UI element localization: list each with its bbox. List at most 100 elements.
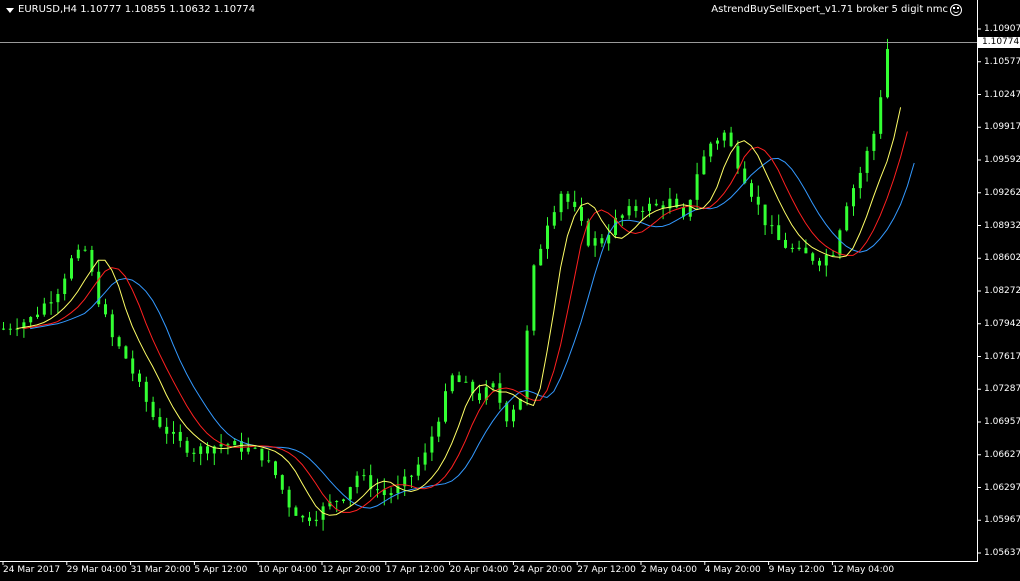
candle-body	[804, 247, 808, 254]
candle-body	[872, 133, 876, 151]
candle-body	[49, 302, 53, 304]
candle-body	[416, 464, 420, 476]
candle-body	[287, 489, 291, 508]
ma-slow-line	[30, 157, 915, 509]
candle-body	[750, 183, 753, 197]
candle-body	[716, 140, 719, 144]
candle-body	[709, 143, 713, 157]
candle-body	[117, 337, 121, 347]
candle-body	[648, 203, 651, 212]
candle-body	[260, 448, 264, 461]
time-tick-label: 27 Apr 12:00	[577, 565, 636, 575]
candle-body	[274, 461, 277, 476]
candle-body	[777, 225, 781, 240]
candle-body	[301, 515, 305, 518]
price-tick-label: 1.07942	[984, 318, 1020, 329]
candle-body	[376, 489, 379, 491]
expert-advisor-label[interactable]: AstrendBuySellExpert_v1.71 broker 5 digi…	[711, 4, 962, 16]
candle-body	[267, 460, 271, 462]
candle-body	[131, 358, 135, 374]
candle-body	[348, 487, 352, 500]
time-tick-label: 17 Apr 12:00	[385, 565, 445, 575]
candle-body	[83, 249, 87, 251]
candle-body	[491, 383, 495, 388]
time-tick-label: 9 May 12:00	[768, 565, 825, 575]
time-tick-label: 2 May 04:00	[641, 565, 697, 575]
current-price-label: 1.10774	[977, 37, 1020, 48]
candle-body	[42, 303, 46, 315]
candle-body	[797, 247, 801, 250]
price-tick-label: 1.09262	[984, 187, 1020, 198]
candle-body	[178, 431, 182, 441]
time-tick-label: 10 Apr 04:00	[258, 565, 317, 575]
candle-body	[845, 206, 849, 231]
price-tick-label: 1.05967	[984, 515, 1020, 526]
candle-body	[852, 188, 855, 207]
candle-body	[573, 201, 577, 207]
candle-body	[423, 452, 427, 465]
candle-body	[185, 440, 189, 453]
candle-body	[8, 328, 12, 330]
candle-body	[600, 238, 604, 244]
price-tick-label: 1.10577	[984, 56, 1020, 67]
candle-body	[546, 225, 549, 249]
candle-body	[784, 239, 787, 248]
price-tick-label: 1.09592	[984, 155, 1020, 165]
time-tick-label: 4 May 20:00	[704, 565, 761, 575]
time-tick-label: 5 Apr 12:00	[194, 565, 248, 575]
candle-body	[478, 393, 481, 401]
candle-body	[158, 417, 162, 427]
time-tick-label: 29 Mar 04:00	[66, 565, 127, 575]
candle-body	[512, 409, 515, 422]
candle-body	[430, 436, 434, 453]
candle-body	[627, 206, 631, 216]
time-tick-label: 12 Apr 20:00	[322, 565, 381, 575]
candle-body	[192, 452, 196, 454]
candle-body	[138, 373, 141, 382]
candle-body	[56, 294, 60, 303]
price-tick-label: 1.05637	[984, 548, 1020, 558]
candle-body	[36, 314, 39, 318]
chart-window[interactable]: EURUSD,H4 1.10777 1.10855 1.10632 1.1077…	[0, 0, 1020, 581]
time-tick-label: 12 May 04:00	[832, 565, 895, 575]
candle-body	[144, 381, 148, 402]
candle-body	[865, 150, 869, 173]
candle-body	[199, 446, 203, 454]
candle-body	[552, 212, 556, 226]
candle-body	[76, 249, 80, 259]
time-tick-label: 20 Apr 04:00	[449, 565, 509, 575]
candle-body	[2, 328, 5, 330]
candle-body	[389, 493, 393, 496]
candle-body	[580, 206, 583, 221]
price-tick-label: 1.07617	[984, 351, 1020, 362]
time-tick-label: 24 Mar 2017	[3, 565, 61, 575]
candle-body	[620, 215, 624, 218]
price-tick-label: 1.08602	[984, 253, 1020, 264]
candle-body	[457, 375, 461, 382]
candle-body	[539, 248, 543, 266]
price-tick-label: 1.06297	[984, 482, 1020, 493]
candle-body	[688, 199, 692, 217]
price-tick-label: 1.07287	[984, 384, 1020, 395]
candle-body	[641, 210, 645, 212]
smiley-icon[interactable]	[950, 4, 962, 16]
candle-body	[858, 172, 862, 189]
candle-body	[63, 278, 67, 295]
symbol-info[interactable]: EURUSD,H4 1.10777 1.10855 1.10632 1.1077…	[6, 4, 255, 16]
candle-body	[253, 447, 257, 449]
price-chart[interactable]	[0, 0, 1020, 581]
candle-body	[886, 48, 889, 98]
candle-body	[151, 401, 155, 418]
candle-body	[879, 97, 883, 134]
candle-body	[280, 475, 284, 490]
candle-body	[559, 193, 563, 213]
candle-body	[566, 193, 570, 202]
candle-body	[110, 314, 114, 338]
candle-body	[444, 391, 447, 422]
candle-body	[219, 444, 223, 447]
dropdown-triangle-icon[interactable]	[6, 7, 14, 13]
candle-body	[308, 517, 311, 522]
candle-body	[246, 447, 250, 452]
candle-body	[172, 431, 175, 434]
time-tick-label: 31 Mar 20:00	[130, 565, 191, 575]
